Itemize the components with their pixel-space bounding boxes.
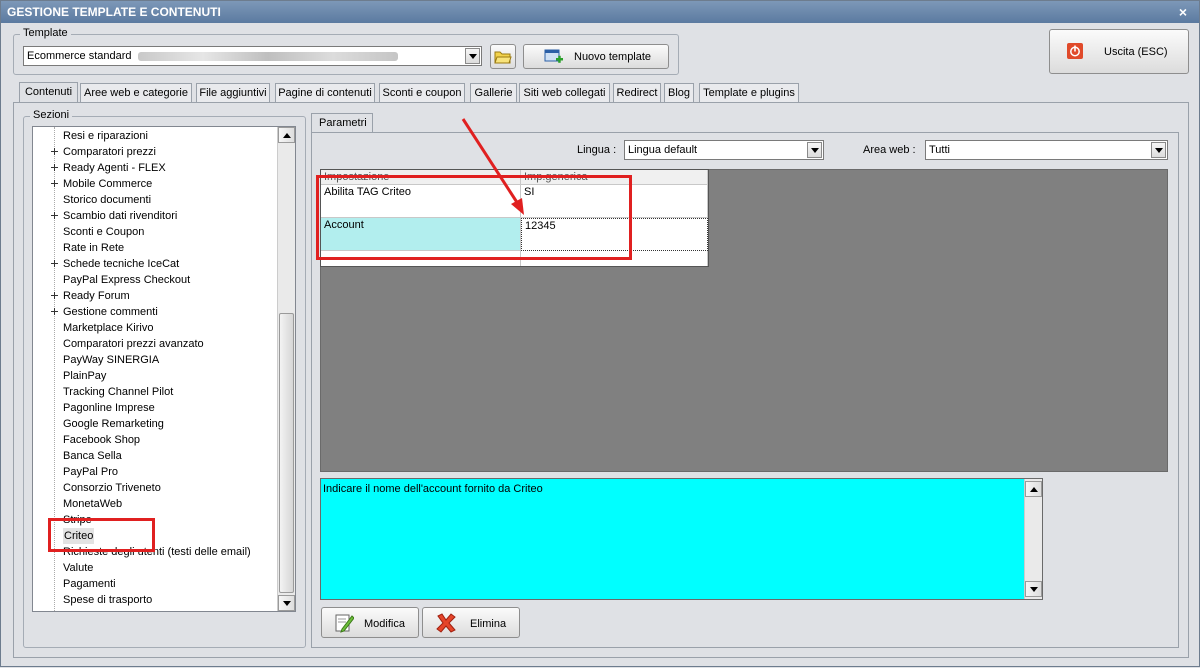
tree-item-label: Google Remarketing xyxy=(63,418,164,430)
tab-gallerie[interactable]: Gallerie xyxy=(470,83,517,103)
main-window: GESTIONE TEMPLATE E CONTENUTI × Template… xyxy=(0,0,1200,667)
tree-item-label: PlainPay xyxy=(63,370,107,382)
exit-label: Uscita (ESC) xyxy=(1104,46,1168,58)
folder-icon xyxy=(494,51,512,64)
title-bar: GESTIONE TEMPLATE E CONTENUTI × xyxy=(1,1,1199,23)
new-template-button[interactable]: Nuovo template xyxy=(523,44,669,69)
tree-item-label: Consorzio Triveneto xyxy=(63,482,161,494)
tree-item-label: Resi e riparazioni xyxy=(63,130,148,142)
scroll-thumb[interactable] xyxy=(279,313,294,593)
lingua-label: Lingua : xyxy=(577,144,617,156)
tab-redirect[interactable]: Redirect xyxy=(613,83,661,103)
expand-plus-icon[interactable] xyxy=(51,164,58,171)
expand-plus-icon[interactable] xyxy=(51,308,58,315)
tree-item-label: PayPal Express Checkout xyxy=(63,274,191,286)
window-title: GESTIONE TEMPLATE E CONTENUTI xyxy=(7,5,221,19)
tree-item-label: Comparatori prezzi avanzato xyxy=(63,338,204,350)
tree-item-label: Pagamenti xyxy=(63,578,116,590)
tree-item-label: Facebook Shop xyxy=(63,434,141,446)
annotation-box-criteo xyxy=(48,518,155,552)
tree-item-label: Sconti e Coupon xyxy=(63,226,145,238)
chevron-down-icon[interactable] xyxy=(465,48,480,64)
tree-item-label: Comparatori prezzi xyxy=(63,146,156,158)
description-scrollbar[interactable] xyxy=(1024,479,1042,599)
chevron-down-icon[interactable] xyxy=(807,142,822,158)
tree-item-label: Gestione commenti xyxy=(63,306,158,318)
area-web-select[interactable]: Tutti xyxy=(925,140,1168,160)
tree-item-label: Spese di trasporto xyxy=(63,594,153,606)
expand-plus-icon[interactable] xyxy=(51,148,58,155)
tree-item-label: Mobile Commerce xyxy=(63,178,153,190)
modify-button[interactable]: Modifica xyxy=(321,607,419,638)
tab-sconti-coupon[interactable]: Sconti e coupon xyxy=(379,83,465,103)
description-text: Indicare il nome dell'account fornito da… xyxy=(323,483,543,495)
new-template-label: Nuovo template xyxy=(574,51,652,63)
tree-item-label: Marketplace Kirivo xyxy=(63,322,154,334)
chevron-down-icon[interactable] xyxy=(1151,142,1166,158)
lingua-select[interactable]: Lingua default xyxy=(624,140,824,160)
tab-siti-collegati[interactable]: Siti web collegati xyxy=(519,83,610,103)
sections-legend: Sezioni xyxy=(30,109,73,121)
template-select[interactable]: Ecommerce standard xyxy=(23,46,482,66)
tab-parametri[interactable]: Parametri xyxy=(311,113,373,133)
blurred-text xyxy=(137,51,398,61)
tree-item-label: PayWay SINERGIA xyxy=(63,354,160,366)
tree-item-label: PayPal Pro xyxy=(63,466,119,478)
scroll-down-icon[interactable] xyxy=(278,595,295,611)
tree-item-label: Ready Agenti - FLEX xyxy=(63,162,166,174)
annotation-box-grid xyxy=(316,175,632,260)
tree-item-label: Ready Forum xyxy=(63,290,130,302)
expand-plus-icon[interactable] xyxy=(51,212,58,219)
expand-plus-icon[interactable] xyxy=(51,292,58,299)
open-folder-button[interactable] xyxy=(490,44,516,69)
tree-item-label: Schede tecniche IceCat xyxy=(63,258,180,270)
tab-contenuti[interactable]: Contenuti xyxy=(19,82,78,103)
expand-plus-icon[interactable] xyxy=(51,180,58,187)
edit-icon xyxy=(335,614,354,633)
tree-item-label: MonetaWeb xyxy=(63,498,123,510)
tab-pagine-contenuti[interactable]: Pagine di contenuti xyxy=(275,83,375,103)
tree-scrollbar[interactable] xyxy=(277,127,295,611)
lingua-value: Lingua default xyxy=(628,144,698,156)
scroll-down-icon[interactable] xyxy=(1025,581,1042,597)
tree-item-label: Banca Sella xyxy=(63,450,122,462)
template-selected-value: Ecommerce standard xyxy=(27,50,132,62)
template-legend: Template xyxy=(20,27,71,39)
exit-button[interactable]: Uscita (ESC) xyxy=(1049,29,1189,74)
tree-item-label: Valute xyxy=(63,562,94,574)
delete-x-icon xyxy=(436,613,456,633)
tree-item-label: Tracking Channel Pilot xyxy=(63,386,174,398)
tab-file-aggiuntivi[interactable]: File aggiuntivi xyxy=(196,83,270,103)
tab-aree-web[interactable]: Aree web e categorie xyxy=(80,83,192,103)
scroll-up-icon[interactable] xyxy=(278,127,295,143)
expand-plus-icon[interactable] xyxy=(51,260,58,267)
tree-item-label: Storico documenti xyxy=(63,194,152,206)
description-box[interactable]: Indicare il nome dell'account fornito da… xyxy=(320,478,1043,600)
tab-blog[interactable]: Blog xyxy=(664,83,694,103)
delete-button[interactable]: Elimina xyxy=(422,607,520,638)
add-window-icon xyxy=(544,49,563,63)
area-web-value: Tutti xyxy=(929,144,950,156)
tree-item-label: Pagonline Imprese xyxy=(63,402,155,414)
power-icon xyxy=(1067,43,1083,59)
close-icon[interactable]: × xyxy=(1175,1,1191,23)
area-web-label: Area web : xyxy=(863,144,916,156)
tree-item-label: Scambio dati rivenditori xyxy=(63,210,178,222)
modify-label: Modifica xyxy=(364,618,405,630)
delete-label: Elimina xyxy=(470,618,507,630)
tab-template-plugins[interactable]: Template e plugins xyxy=(699,83,799,103)
scroll-up-icon[interactable] xyxy=(1025,481,1042,497)
tree-item-label: Rate in Rete xyxy=(63,242,125,254)
